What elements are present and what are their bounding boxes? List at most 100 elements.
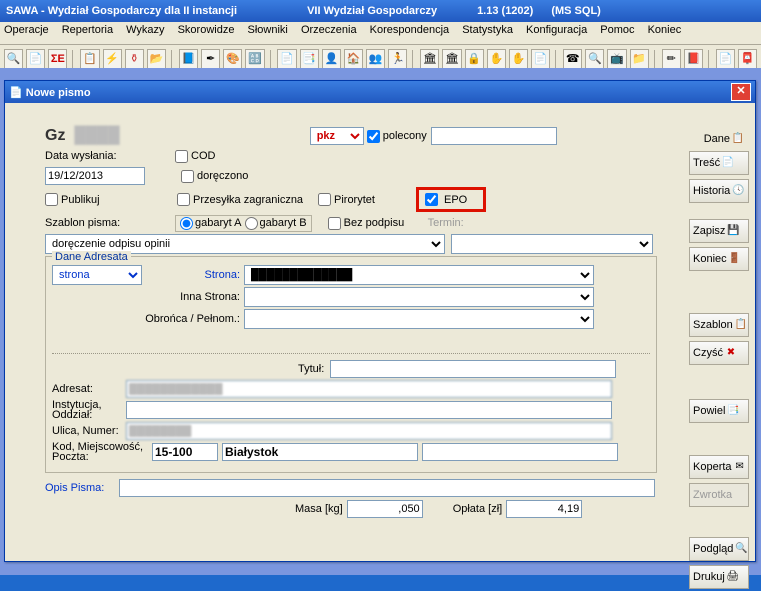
tool-icon[interactable]: 👥 (366, 49, 385, 69)
tytul-input[interactable] (330, 360, 616, 378)
epo-checkbox[interactable] (425, 193, 438, 206)
tool-icon[interactable]: ✋ (509, 49, 528, 69)
menu-item[interactable]: Orzeczenia (301, 24, 357, 36)
gabaryt-b-label: gabaryt B (260, 217, 307, 229)
tool-icon[interactable]: 📄 (277, 49, 296, 69)
inna-strona-select[interactable] (244, 287, 594, 307)
termin-label: Termin: (428, 217, 464, 229)
tool-icon[interactable]: 📂 (147, 49, 166, 69)
menu-item[interactable]: Operacje (4, 24, 49, 36)
tool-icon[interactable]: 📋 (80, 49, 99, 69)
zwrotka-button[interactable]: Zwrotka (689, 483, 749, 507)
tool-icon[interactable]: ✋ (487, 49, 506, 69)
miejscowosc-input[interactable] (222, 443, 418, 461)
menu-item[interactable]: Korespondencja (370, 24, 450, 36)
cod-checkbox[interactable] (175, 150, 188, 163)
doreczono-label: doręczono (197, 170, 248, 182)
czysc-button[interactable]: Czyść✖ (689, 341, 749, 365)
tool-icon[interactable]: 📮 (738, 49, 757, 69)
clock-icon: 🕓 (731, 184, 745, 198)
priorytet-label: Pirorytet (334, 194, 396, 206)
gabaryt-b-radio[interactable] (245, 217, 258, 230)
menu-item[interactable]: Słowniki (248, 24, 288, 36)
tool-icon[interactable]: 📄 (716, 49, 735, 69)
menu-item[interactable]: Repertoria (62, 24, 113, 36)
priorytet-checkbox[interactable] (318, 193, 331, 206)
print-icon: 🖨 (726, 570, 740, 584)
menu-item[interactable]: Koniec (648, 24, 682, 36)
tool-icon[interactable]: 🏛 (442, 49, 461, 69)
ulica-input[interactable] (126, 422, 612, 440)
dane-adresata-fieldset: Dane Adresata strona Strona: ███████████… (45, 256, 657, 473)
koniec-button[interactable]: Koniec🚪 (689, 247, 749, 271)
menu-item[interactable]: Statystyka (462, 24, 513, 36)
tool-icon[interactable]: 📺 (607, 49, 626, 69)
koperta-button[interactable]: Koperta✉ (689, 455, 749, 479)
menu-item[interactable]: Konfiguracja (526, 24, 587, 36)
tool-icon[interactable]: ☎ (563, 49, 582, 69)
tool-icon[interactable]: 📘 (179, 49, 198, 69)
child-title: Nowe pismo (26, 87, 91, 99)
case-number-obscured: ████ (65, 127, 119, 145)
data-wyslania-input[interactable] (45, 167, 145, 185)
obronca-label: Obrońca / Pełnom.: (142, 313, 244, 325)
tool-icon[interactable]: 🏃 (388, 49, 407, 69)
tool-icon[interactable]: ✒ (201, 49, 220, 69)
doc-icon: 📄 (721, 156, 735, 170)
tool-icon[interactable]: 🔒 (465, 49, 484, 69)
cod-label: COD (191, 150, 215, 162)
doreczono-checkbox[interactable] (181, 170, 194, 183)
polecony-checkbox[interactable] (367, 130, 380, 143)
poczta-input[interactable] (422, 443, 618, 461)
tool-icon[interactable]: 📁 (630, 49, 649, 69)
pkz-select[interactable]: pkz (310, 127, 364, 145)
kod-label: Kod, Miejscowość, Poczta: (52, 442, 152, 462)
tool-icon[interactable]: 📕 (684, 49, 703, 69)
tool-icon[interactable]: 🔍 (4, 49, 23, 69)
przesylka-checkbox[interactable] (177, 193, 190, 206)
preview-icon: 🔍 (734, 542, 748, 556)
zapisz-button[interactable]: Zapisz💾 (689, 219, 749, 243)
obronca-select[interactable] (244, 309, 594, 329)
bezpodpisu-checkbox[interactable] (328, 217, 341, 230)
kod-input[interactable] (152, 443, 218, 461)
oplata-input[interactable] (506, 500, 582, 518)
tool-icon[interactable]: 🎨 (223, 49, 242, 69)
tool-icon[interactable]: 🔍 (585, 49, 604, 69)
masa-input[interactable] (347, 500, 423, 518)
tool-icon[interactable]: ✏ (662, 49, 681, 69)
menu-item[interactable]: Wykazy (126, 24, 164, 36)
gabaryt-a-radio[interactable] (180, 217, 193, 230)
strona-select[interactable]: █████████████ (244, 265, 594, 285)
szablon-button[interactable]: Szablon📋 (689, 313, 749, 337)
powiel-button[interactable]: Powiel📑 (689, 399, 749, 423)
instytucja-input[interactable] (126, 401, 612, 419)
publikuj-checkbox[interactable] (45, 193, 58, 206)
menu-item[interactable]: Pomoc (600, 24, 634, 36)
tool-icon[interactable]: 📄 (531, 49, 550, 69)
tool-icon[interactable]: 📄 (26, 49, 45, 69)
tool-icon[interactable]: 🏛 (420, 49, 439, 69)
termin-select[interactable] (451, 234, 653, 254)
tytul-label: Tytuł: (298, 363, 324, 375)
tool-icon[interactable]: ⚱ (125, 49, 144, 69)
tool-icon[interactable]: 🔠 (245, 49, 264, 69)
historia-button[interactable]: Historia🕓 (689, 179, 749, 203)
tool-icon[interactable]: ⚡ (103, 49, 122, 69)
tool-icon[interactable]: ΣE (48, 49, 67, 69)
adresat-input[interactable] (126, 380, 612, 398)
menu-item[interactable]: Skorowidze (178, 24, 235, 36)
tool-icon[interactable]: 📑 (300, 49, 319, 69)
tab-dane-label[interactable]: Dane (704, 133, 730, 145)
app-dept: VII Wydział Gospodarczy (307, 0, 437, 22)
tresc-button[interactable]: Treść📄 (689, 151, 749, 175)
polecony-input[interactable] (431, 127, 557, 145)
tool-icon[interactable]: 👤 (322, 49, 341, 69)
adresat-type-select[interactable]: strona (52, 265, 142, 285)
oplata-label: Opłata [zł] (453, 503, 503, 515)
podglad-button[interactable]: Podgląd🔍 (689, 537, 749, 561)
close-icon[interactable]: ✕ (731, 83, 751, 101)
opis-input[interactable] (119, 479, 655, 497)
tool-icon[interactable]: 🏠 (344, 49, 363, 69)
drukuj-button[interactable]: Drukuj🖨 (689, 565, 749, 589)
